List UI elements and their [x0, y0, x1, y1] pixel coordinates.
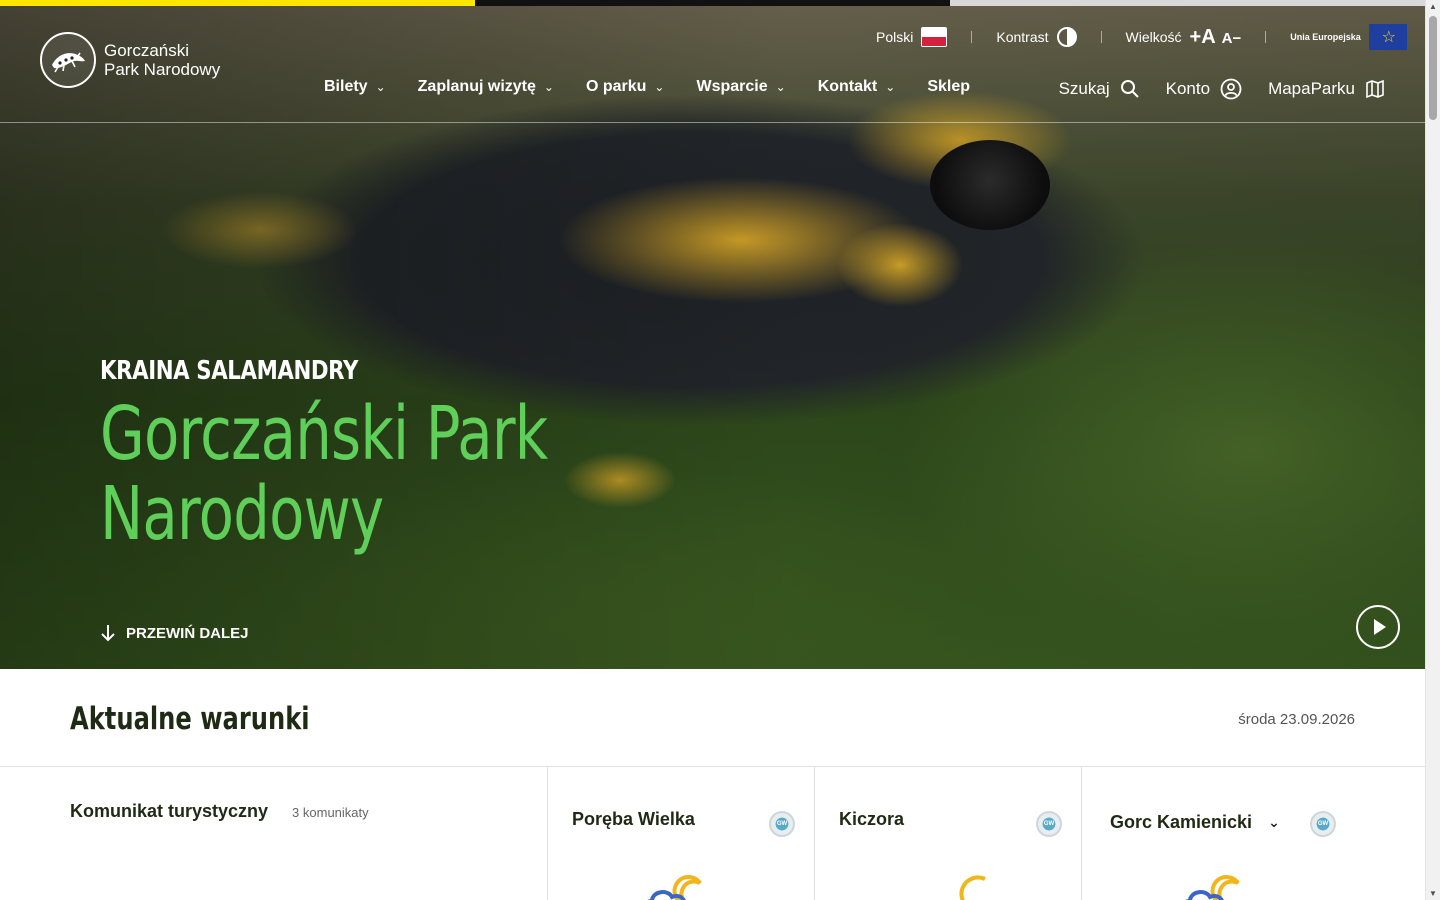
main-navigation: Bilety ⌄ Zaplanuj wizytę ⌄ O parku ⌄ Wsp… — [324, 78, 1002, 96]
nav-o-parku[interactable]: O parku ⌄ — [586, 78, 665, 96]
language-switcher[interactable]: Polski — [876, 27, 948, 47]
chevron-down-icon: ⌄ — [775, 80, 786, 94]
logo-line1: Gorczański — [104, 41, 190, 60]
station-card-gorc-kamienicki[interactable]: Gorc Kamienicki ⌄ GW — [1082, 767, 1425, 900]
tourist-message-card[interactable]: Komunikat turystyczny 3 komunikaty — [0, 767, 548, 900]
contrast-label: Kontrast — [996, 29, 1049, 45]
logo-text: Gorczański Park Narodowy — [104, 41, 220, 79]
nav-label: Zaplanuj wizytę — [417, 78, 536, 95]
hero-title-line2: Narodowy — [100, 471, 384, 557]
conditions-header: Aktualne warunki środa 23.09.2026 — [0, 669, 1425, 767]
nav-bilety[interactable]: Bilety ⌄ — [324, 78, 386, 96]
play-icon — [1374, 619, 1386, 635]
map-label: MapaParku — [1268, 79, 1355, 98]
search-icon — [1120, 80, 1139, 98]
eu-flag-icon: ☆ — [1368, 24, 1407, 50]
chevron-down-icon: ⌄ — [885, 80, 896, 94]
cloud-moon-icon — [1185, 875, 1240, 900]
eu-badge[interactable]: Unia Europejska ☆ — [1290, 24, 1407, 50]
nav-zaplanuj-wizyte[interactable]: Zaplanuj wizytę ⌄ — [418, 78, 554, 96]
nav-label: Bilety — [324, 78, 368, 95]
eu-label: Unia Europejska — [1290, 32, 1361, 42]
station-name: Gorc Kamienicki — [1110, 812, 1253, 832]
scrollbar-thumb[interactable] — [1429, 16, 1437, 120]
chevron-down-icon: ⌄ — [654, 80, 665, 94]
user-icon — [1220, 78, 1242, 100]
header-actions: Szukaj Konto MapaParku — [1059, 78, 1385, 100]
scroll-down-button[interactable]: PRZEWIŃ DALEJ — [100, 624, 249, 642]
hero-image-salamander — [930, 140, 1050, 230]
station-logo-icon: GW — [769, 811, 795, 837]
nav-label: Kontakt — [817, 78, 878, 95]
scroll-up-arrow-icon[interactable]: ▲ — [1429, 2, 1437, 11]
scroll-down-label: PRZEWIŃ DALEJ — [126, 624, 249, 642]
park-logo[interactable]: Gorczański Park Narodowy — [40, 32, 220, 88]
station-logo-icon: GW — [1310, 811, 1336, 837]
conditions-date: środa 23.09.2026 — [1238, 711, 1355, 728]
search-button[interactable]: Szukaj — [1059, 79, 1140, 99]
park-map-button[interactable]: MapaParku — [1268, 79, 1385, 99]
arrow-down-icon — [101, 625, 115, 642]
utility-divider — [971, 31, 973, 43]
nav-kontakt[interactable]: Kontakt ⌄ — [818, 78, 896, 96]
font-increase-button[interactable]: +A — [1190, 26, 1216, 49]
salamander-logo-icon — [40, 32, 96, 88]
chevron-down-icon: ⌄ — [375, 80, 386, 94]
conditions-title: Aktualne warunki — [70, 701, 310, 737]
header-divider — [0, 122, 1425, 123]
hero-title-line1: Gorczański Park — [100, 391, 548, 477]
station-logo-icon: GW — [1036, 811, 1062, 837]
station-name: Kiczora — [839, 809, 905, 829]
utility-divider — [1100, 31, 1102, 43]
hero-title: Gorczański Park Narodowy — [100, 391, 548, 557]
nav-label: Sklep — [927, 78, 970, 95]
nav-sklep[interactable]: Sklep — [927, 78, 970, 96]
nav-label: Wsparcie — [696, 78, 768, 95]
account-label: Konto — [1165, 79, 1211, 98]
poland-flag-icon — [921, 27, 948, 47]
station-card-poreba-wielka[interactable]: Poręba Wielka GW — [548, 767, 815, 900]
account-button[interactable]: Konto — [1166, 78, 1242, 100]
station-card-kiczora[interactable]: Kiczora GW — [815, 767, 1082, 900]
utility-divider — [1265, 31, 1267, 43]
logo-line2: Park Narodowy — [104, 60, 221, 79]
nav-wsparcie[interactable]: Wsparcie ⌄ — [696, 78, 785, 96]
play-video-button[interactable] — [1356, 605, 1400, 649]
map-icon — [1366, 79, 1384, 99]
site-header: Gorczański Park Narodowy Polski Kontrast… — [0, 6, 1425, 123]
contrast-toggle[interactable]: Kontrast — [996, 27, 1077, 47]
search-label: Szukaj — [1058, 79, 1110, 98]
utility-bar: Polski Kontrast Wielkość +A A− Unia Euro… — [876, 24, 1407, 50]
font-size-control: Wielkość +A A− — [1126, 26, 1242, 49]
scroll-down-arrow-icon[interactable]: ▼ — [1429, 889, 1437, 898]
font-decrease-button[interactable]: A− — [1222, 30, 1242, 47]
tourist-message-title: Komunikat turystyczny — [70, 801, 269, 821]
tourist-message-count: 3 komunikaty — [292, 805, 369, 820]
page-scrollbar[interactable]: ▲ ▼ — [1425, 0, 1440, 900]
nav-label: O parku — [585, 78, 647, 95]
font-size-label: Wielkość — [1125, 29, 1182, 45]
conditions-row: Komunikat turystyczny 3 komunikaty Poręb… — [0, 767, 1425, 900]
station-selector[interactable]: Gorc Kamienicki ⌄ — [1110, 812, 1280, 833]
hero-kicker: KRAINA SALAMANDRY — [100, 356, 359, 386]
chevron-down-icon: ⌄ — [1268, 814, 1280, 830]
moon-icon — [959, 875, 986, 900]
station-name: Poręba Wielka — [572, 809, 695, 829]
chevron-down-icon: ⌄ — [543, 80, 554, 94]
hero-text: KRAINA SALAMANDRY Gorczański Park Narodo… — [100, 356, 674, 554]
contrast-icon — [1056, 27, 1077, 47]
language-label: Polski — [876, 29, 914, 45]
cloud-moon-icon — [647, 875, 702, 900]
